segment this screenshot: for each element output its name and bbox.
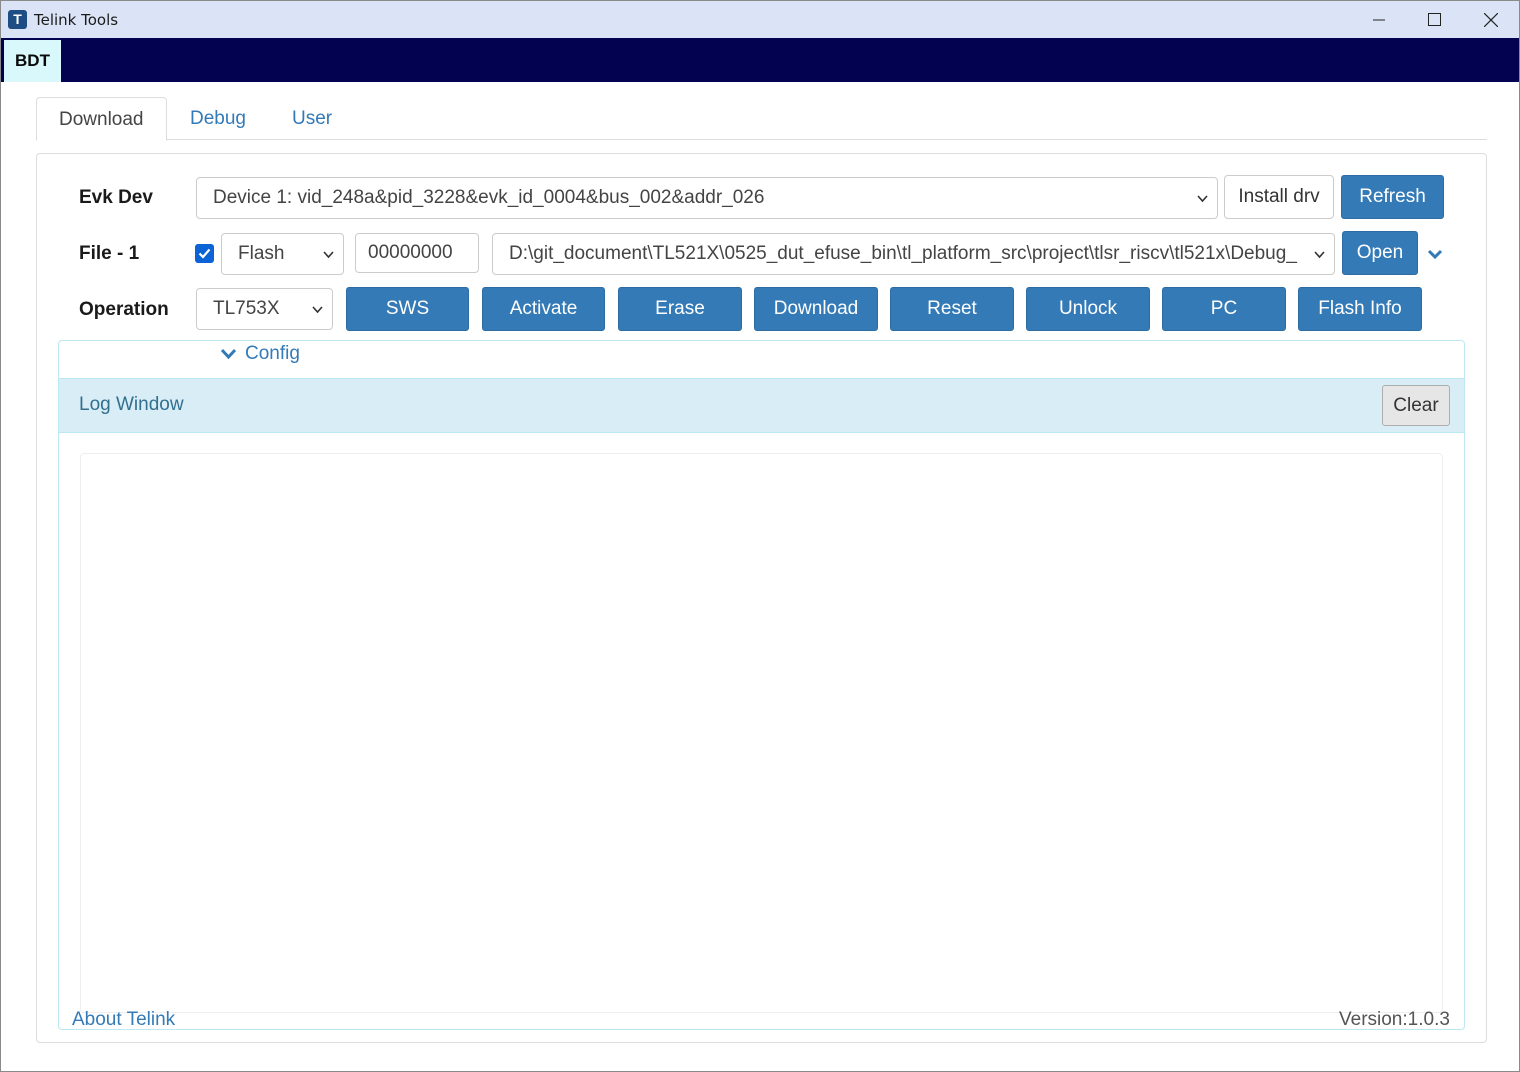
file-type-value: Flash (238, 243, 285, 264)
tab-user[interactable]: User (270, 97, 354, 140)
chevron-down-icon (323, 251, 334, 259)
nav-tab-bdt[interactable]: BDT (4, 40, 61, 82)
file-path-select[interactable]: D:\git_document\TL521X\0525_dut_efuse_bi… (492, 233, 1335, 275)
minimize-icon (1373, 19, 1385, 20)
tab-download[interactable]: Download (36, 97, 167, 141)
install-drv-button[interactable]: Install drv (1224, 175, 1334, 219)
checkmark-icon (198, 248, 211, 259)
pc-button[interactable]: PC (1162, 287, 1286, 331)
expand-chevron-icon[interactable] (1427, 248, 1443, 260)
app-window: T Telink Tools BDT Download Debug User E… (0, 0, 1520, 1072)
about-telink-link[interactable]: About Telink (72, 1009, 175, 1031)
chevron-down-icon (312, 306, 323, 314)
tab-debug[interactable]: Debug (168, 97, 268, 140)
main-tabs: Download Debug User (36, 97, 1487, 141)
maximize-icon (1427, 13, 1441, 26)
close-button[interactable] (1463, 1, 1519, 38)
chevron-down-icon (220, 348, 237, 360)
chevron-down-icon (1314, 251, 1325, 259)
erase-button[interactable]: Erase (618, 287, 742, 331)
evk-device-value: Device 1: vid_248a&pid_3228&evk_id_0004&… (213, 187, 765, 208)
flash-info-button[interactable]: Flash Info (1298, 287, 1422, 331)
maximize-button[interactable] (1406, 1, 1462, 38)
minimize-button[interactable] (1351, 1, 1407, 38)
log-output[interactable] (80, 453, 1443, 1013)
close-icon (1484, 12, 1498, 27)
activate-button[interactable]: Activate (482, 287, 605, 331)
file-enable-checkbox[interactable] (195, 244, 214, 263)
open-file-button[interactable]: Open (1342, 231, 1418, 275)
address-input[interactable]: 00000000 (355, 233, 479, 273)
config-label: Config (245, 343, 300, 364)
unlock-button[interactable]: Unlock (1026, 287, 1150, 331)
refresh-button[interactable]: Refresh (1341, 175, 1444, 219)
file-path-value: D:\git_document\TL521X\0525_dut_efuse_bi… (509, 243, 1297, 264)
config-toggle[interactable]: Config (220, 343, 300, 365)
title-bar: T Telink Tools (1, 1, 1519, 38)
telink-logo-icon: T (8, 10, 27, 29)
evk-dev-label: Evk Dev (79, 187, 153, 208)
file-type-select[interactable]: Flash (221, 233, 344, 275)
chevron-down-icon (1197, 195, 1208, 203)
operation-label: Operation (79, 299, 169, 320)
chip-select[interactable]: TL753X (196, 288, 333, 330)
window-title: Telink Tools (34, 11, 119, 29)
evk-device-select[interactable]: Device 1: vid_248a&pid_3228&evk_id_0004&… (196, 177, 1218, 219)
version-text: Version:1.0.3 (1339, 1009, 1450, 1030)
download-button[interactable]: Download (754, 287, 878, 331)
log-header: Log Window Clear (59, 378, 1464, 433)
app-navbar: BDT (1, 38, 1519, 82)
log-window-title: Log Window (79, 394, 184, 415)
chip-value: TL753X (213, 298, 280, 319)
sws-button[interactable]: SWS (346, 287, 469, 331)
file-label: File - 1 (79, 243, 140, 264)
clear-log-button[interactable]: Clear (1382, 385, 1450, 426)
reset-button[interactable]: Reset (890, 287, 1014, 331)
